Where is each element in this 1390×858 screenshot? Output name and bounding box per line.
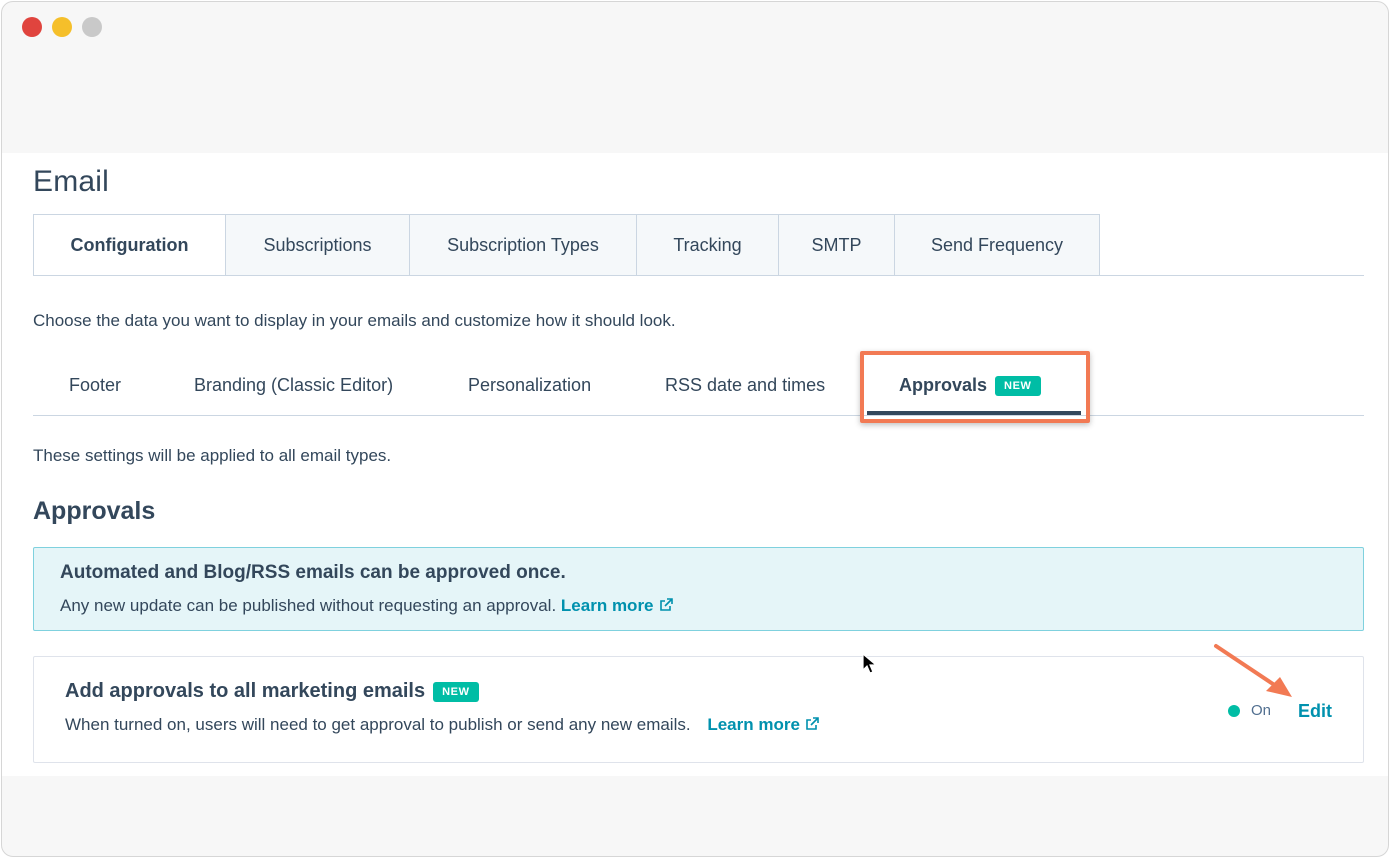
status-indicator: On [1228,702,1271,719]
minimize-window-button[interactable] [52,17,72,37]
subtab-footer[interactable]: Footer [69,375,121,396]
app-window: Email Configuration Subscriptions Subscr… [1,1,1389,857]
setting-description-text: When turned on, users will need to get a… [65,715,691,734]
tab-label: Tracking [673,234,742,255]
info-alert-text: Any new update can be published without … [60,596,674,616]
window-controls [22,17,102,37]
sub-tabs: Footer Branding (Classic Editor) Persona… [33,351,1364,423]
close-window-button[interactable] [22,17,42,37]
settings-content: Email Configuration Subscriptions Subscr… [2,153,1388,776]
subtab-rss-date-and-times[interactable]: RSS date and times [665,375,825,396]
configuration-description: Choose the data you want to display in y… [33,311,676,330]
external-link-icon [659,598,673,611]
new-badge: NEW [433,681,479,702]
tabs-divider [33,275,1364,276]
tab-label: Subscription Types [447,234,599,255]
setting-title: Add approvals to all marketing emails NEW [65,680,479,703]
edit-button[interactable]: Edit [1298,701,1332,722]
tab-configuration[interactable]: Configuration [33,214,226,276]
info-alert-title: Automated and Blog/RSS emails can be app… [60,562,566,583]
zoom-window-button[interactable] [82,17,102,37]
tab-smtp[interactable]: SMTP [779,214,895,276]
subtab-branding[interactable]: Branding (Classic Editor) [194,375,393,396]
status-label: On [1251,702,1272,719]
learn-more-link[interactable]: Learn more [561,596,674,615]
status-dot-icon [1228,704,1240,717]
page-title: Email [33,165,110,198]
main-tabs: Configuration Subscriptions Subscription… [33,214,1100,276]
tab-label: SMTP [811,234,862,255]
tab-subscriptions[interactable]: Subscriptions [226,214,410,276]
tab-label: Subscriptions [263,234,372,255]
external-link-icon [806,717,819,730]
tab-label: Send Frequency [930,234,1064,255]
learn-more-link[interactable]: Learn more [707,715,820,734]
tab-tracking[interactable]: Tracking [637,214,779,276]
applied-note: These settings will be applied to all em… [33,446,392,465]
setting-description: When turned on, users will need to get a… [65,715,820,735]
learn-more-label: Learn more [707,715,800,734]
info-alert-body: Any new update can be published without … [60,596,557,615]
annotation-arrow-icon [1214,644,1292,697]
mouse-cursor-icon [862,653,878,674]
tab-send-frequency[interactable]: Send Frequency [895,214,1100,276]
info-alert: Automated and Blog/RSS emails can be app… [33,547,1364,631]
section-title: Approvals [33,497,156,525]
subtabs-divider [33,415,1364,416]
learn-more-label: Learn more [560,596,654,615]
approvals-setting-card: Add approvals to all marketing emails NEW… [33,656,1364,763]
tab-label: Configuration [70,234,189,255]
subtab-personalization[interactable]: Personalization [468,375,591,396]
approvals-highlight-box [860,351,1090,423]
setting-title-text: Add approvals to all marketing emails [65,680,426,702]
tab-subscription-types[interactable]: Subscription Types [410,214,637,276]
